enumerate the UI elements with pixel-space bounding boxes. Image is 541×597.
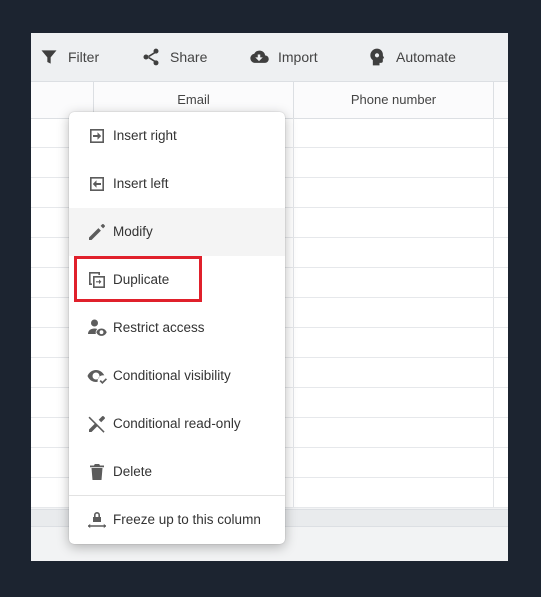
menu-item-insert-right[interactable]: Insert right <box>69 112 285 160</box>
pencil-off-icon <box>87 414 107 434</box>
import-button[interactable]: Import <box>249 33 318 81</box>
column-header-phone[interactable]: Phone number <box>293 82 493 118</box>
toolbar: Filter Share Import Automate <box>31 33 508 82</box>
freeze-lock-icon <box>87 510 107 530</box>
duplicate-icon <box>87 270 107 290</box>
share-button[interactable]: Share <box>141 33 207 81</box>
menu-item-conditional-read-only[interactable]: Conditional read-only <box>69 400 285 448</box>
filter-label: Filter <box>68 49 100 65</box>
menu-item-label: Delete <box>113 464 153 479</box>
menu-item-label: Insert left <box>113 176 169 191</box>
menu-item-label: Freeze up to this column <box>113 512 261 527</box>
menu-item-label: Conditional visibility <box>113 368 231 383</box>
filter-icon <box>41 50 57 64</box>
trash-icon <box>87 462 107 482</box>
menu-item-restrict-access[interactable]: Restrict access <box>69 304 285 352</box>
menu-item-insert-left[interactable]: Insert left <box>69 160 285 208</box>
user-eye-icon <box>87 318 107 338</box>
insert-right-icon <box>87 126 107 146</box>
eye-check-icon <box>87 366 107 386</box>
menu-item-duplicate[interactable]: Duplicate <box>69 256 285 304</box>
menu-item-modify[interactable]: Modify <box>69 208 285 256</box>
robot-head-icon <box>370 48 385 66</box>
share-label: Share <box>170 49 208 65</box>
menu-item-label: Modify <box>113 224 153 239</box>
automate-label: Automate <box>396 49 456 65</box>
menu-item-label: Conditional read-only <box>113 416 241 431</box>
insert-left-icon <box>87 174 107 194</box>
menu-item-label: Insert right <box>113 128 177 143</box>
pencil-icon <box>87 222 107 242</box>
column-context-menu: Insert right Insert left Modify Duplicat… <box>69 112 285 544</box>
column-header-next[interactable] <box>493 82 508 118</box>
import-label: Import <box>278 49 318 65</box>
automate-button[interactable]: Automate <box>367 33 456 81</box>
menu-item-delete[interactable]: Delete <box>69 448 285 496</box>
share-icon <box>143 48 159 66</box>
menu-item-label: Duplicate <box>113 272 170 287</box>
menu-item-label: Restrict access <box>113 320 205 335</box>
menu-item-freeze-columns[interactable]: Freeze up to this column <box>69 496 285 544</box>
filter-button[interactable]: Filter <box>39 33 99 81</box>
cloud-download-icon <box>250 50 269 63</box>
menu-item-conditional-visibility[interactable]: Conditional visibility <box>69 352 285 400</box>
